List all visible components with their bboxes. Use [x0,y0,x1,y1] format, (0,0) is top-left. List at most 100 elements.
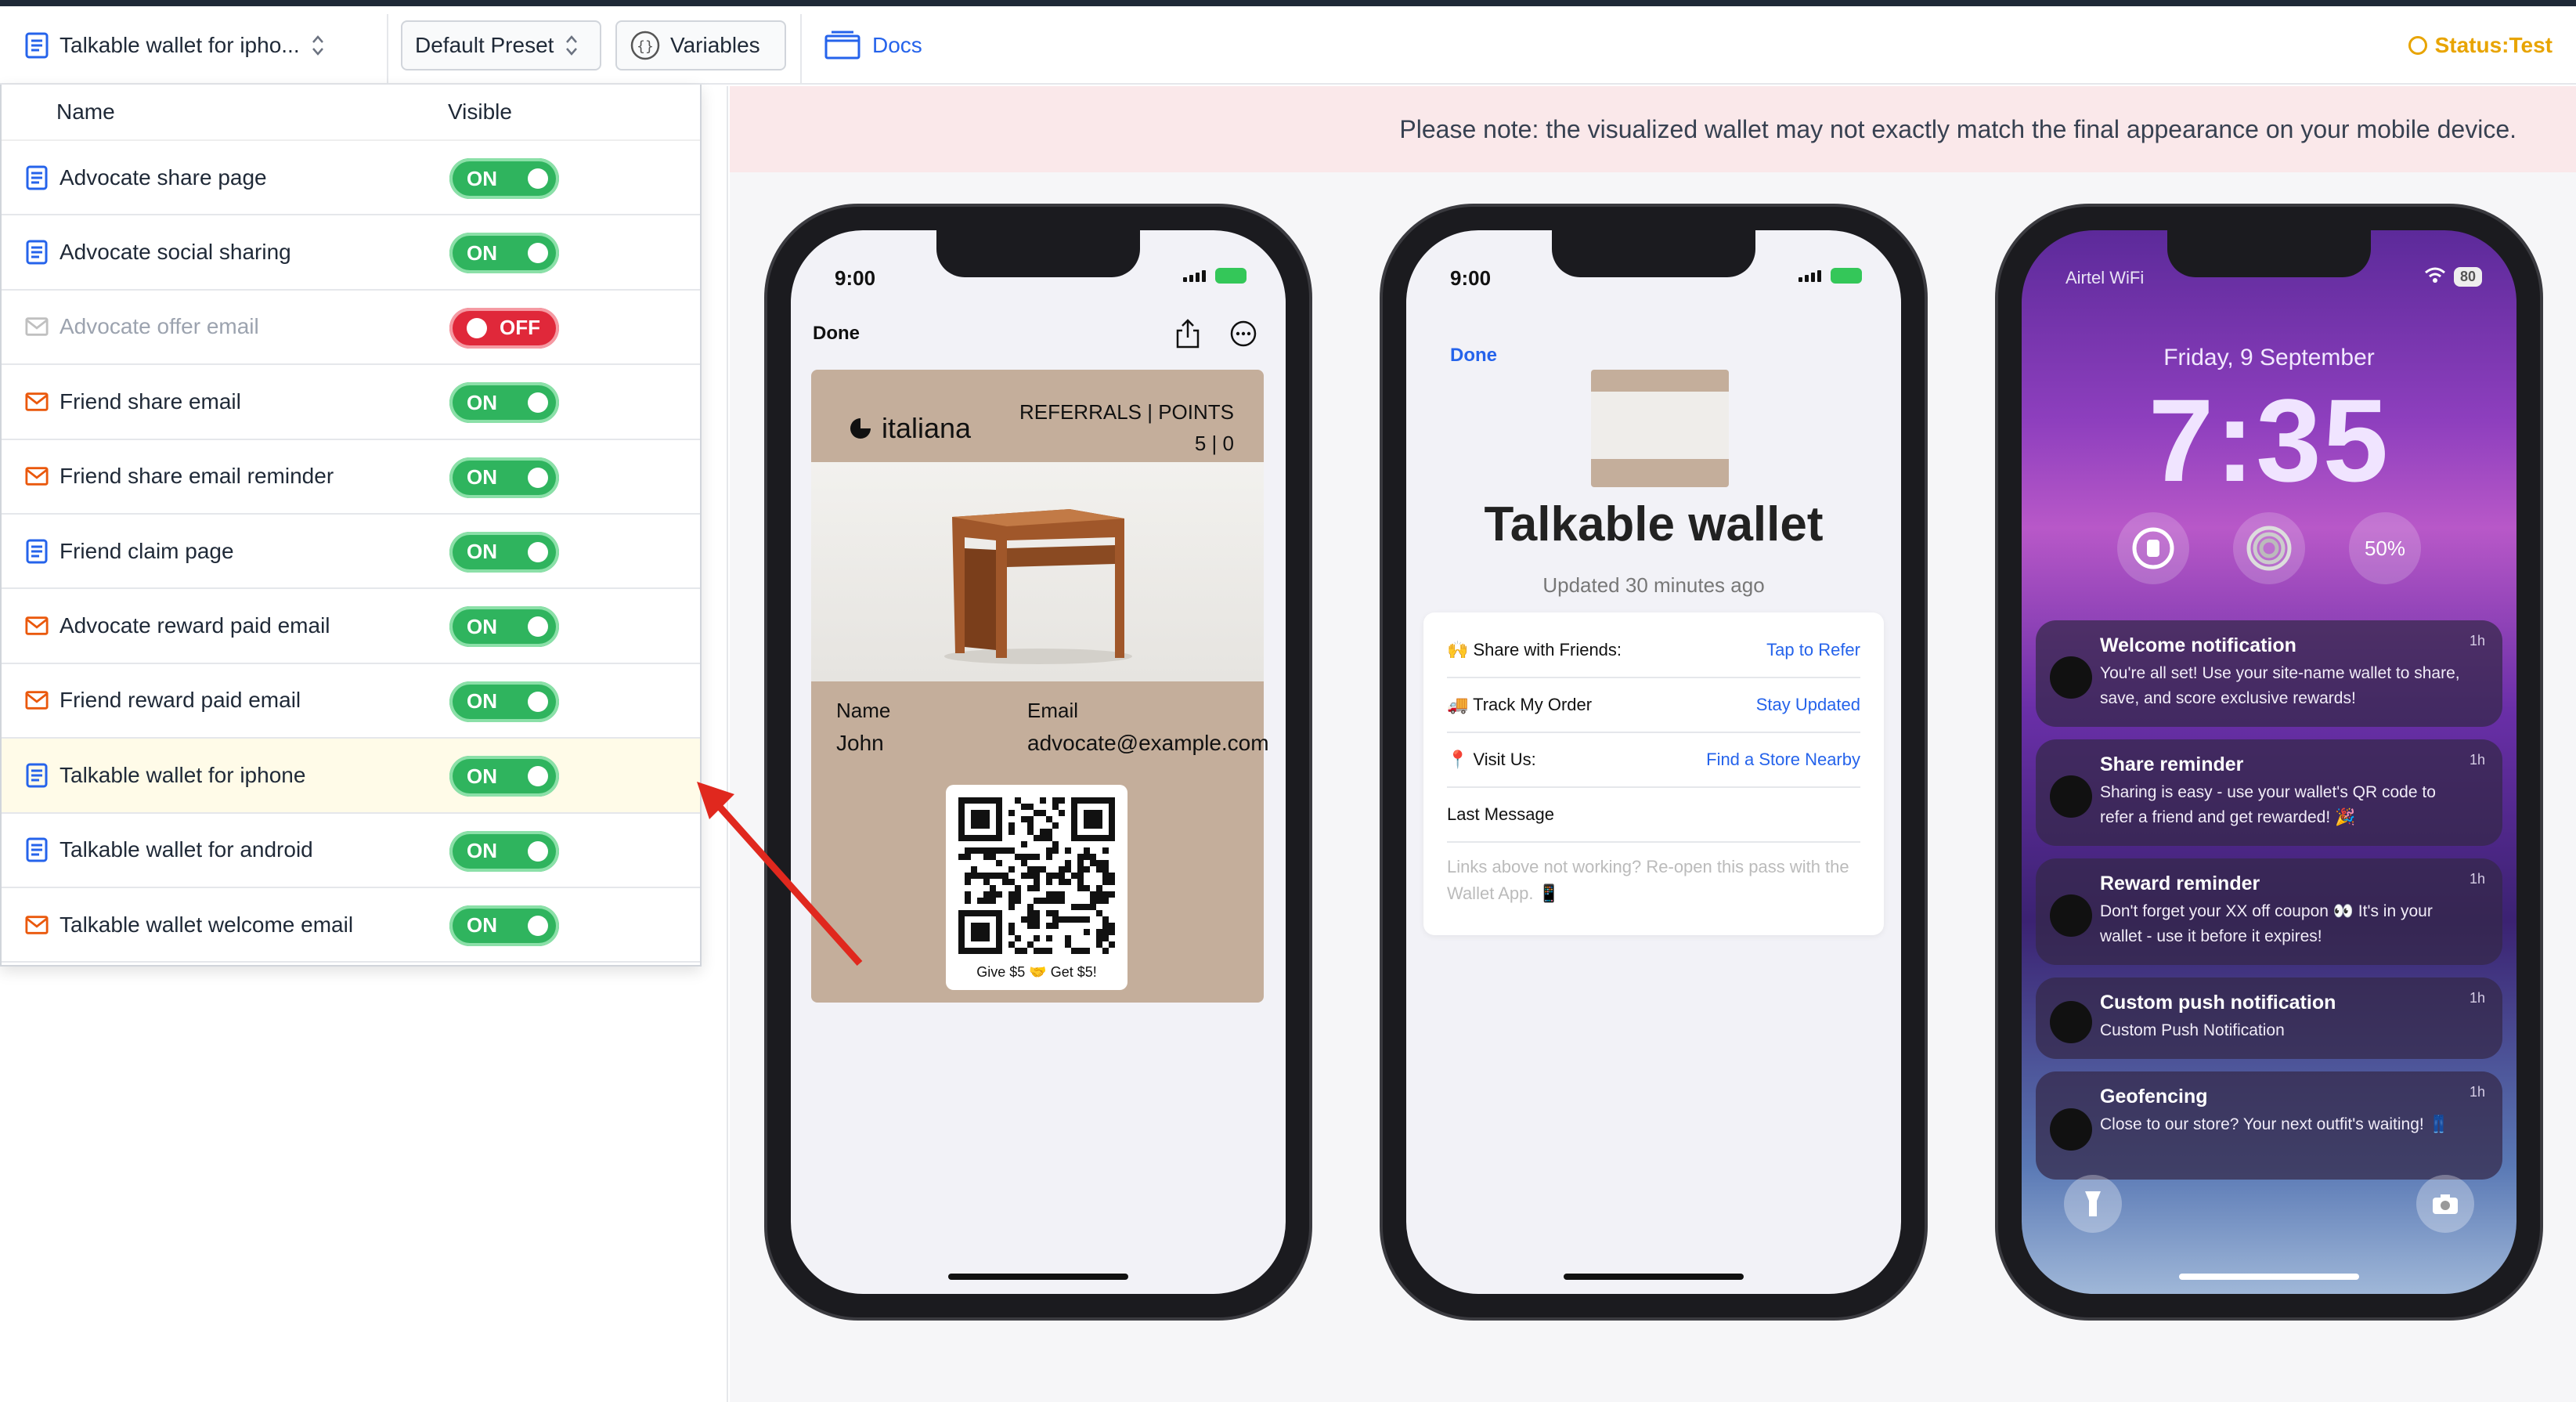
lock-notification[interactable]: Reward reminder Don't forget your XX off … [2036,858,2502,965]
page-icon [25,32,49,59]
template-list-item[interactable]: Friend claim page ON [2,515,700,590]
toggle-knob [528,541,548,562]
template-dropdown: Name Visible Advocate share page ON Advoca… [0,85,702,967]
lock-time: 7:35 [2148,374,2390,506]
field-label: 📍 Visit Us: [1447,750,1536,769]
battery-level: 80 [2453,267,2482,287]
visibility-toggle[interactable]: ON [449,531,559,573]
toggle-knob [467,317,487,338]
lock-notification[interactable]: Share reminder Sharing is easy - use your… [2036,739,2502,846]
template-list-item[interactable]: Talkable wallet welcome email ON [2,888,700,963]
visibility-toggle[interactable]: ON [449,382,559,424]
template-item-label: Advocate offer email [60,314,259,339]
back-field-row: 📍 Visit Us: Find a Store Nearby [1447,733,1860,788]
template-list-item[interactable]: Advocate share page ON [2,141,700,216]
more-icon[interactable] [1229,320,1257,352]
visibility-toggle[interactable]: ON [449,756,559,797]
app-icon [2050,1108,2092,1151]
pass-fields: Name Email John advocate@example.com [836,694,1269,760]
visibility-toggle[interactable]: ON [449,233,559,274]
visibility-toggle[interactable]: ON [449,905,559,946]
back-field-row: 🚚 Track My Order Stay Updated [1447,678,1860,733]
visibility-toggle[interactable]: ON [449,830,559,872]
brand-logo: italiana [849,412,971,445]
toggle-knob [528,168,548,189]
status-icons: 80 [2424,266,2482,287]
email-value: advocate@example.com [1027,731,1269,755]
toolbar: Talkable wallet for ipho... Default Pres… [0,6,2576,85]
toggle-knob [528,915,548,936]
visibility-toggle[interactable]: ON [449,681,559,722]
template-list-item[interactable]: Advocate social sharing ON [2,215,700,291]
column-name-header: Name [56,99,115,124]
app-icon [2050,894,2092,937]
template-list-item[interactable]: Advocate reward paid email ON [2,589,700,664]
variables-button[interactable]: {} Variables [615,20,786,70]
visibility-toggle[interactable]: ON [449,606,559,648]
app-icon [2050,775,2092,818]
preset-select[interactable]: Default Preset [401,20,601,70]
toggle-knob [528,616,548,638]
referral-points: REFERRALS | POINTS 5 | 0 [1019,396,1234,459]
template-item-label: Advocate share page [60,164,267,190]
template-item-label: Advocate social sharing [60,240,291,265]
template-list-item[interactable]: Friend share email ON [2,365,700,440]
phone-screen: 9:00 Done italiana REFERRALS | POINTS 5 … [791,230,1286,1294]
phone-wallet-pass: 9:00 Done italiana REFERRALS | POINTS 5 … [764,204,1312,1321]
app-icon [2050,1001,2092,1043]
product-image [811,462,1264,681]
template-list-item[interactable]: Talkable wallet for android ON [2,814,700,888]
find-store-link[interactable]: Find a Store Nearby [1706,750,1860,770]
visibility-toggle[interactable]: ON [449,158,559,199]
phone-notch [2167,230,2371,277]
notification-age: 1h [2469,752,2485,768]
email-icon [25,690,49,710]
docs-icon [824,30,861,61]
toggle-state: ON [467,913,497,938]
visibility-toggle[interactable]: ON [449,457,559,498]
lock-notification[interactable]: Custom push notification Custom Push Noti… [2036,977,2502,1059]
status-icons [1183,268,1247,284]
divider [800,14,802,85]
template-select[interactable]: Talkable wallet for ipho... [25,20,325,70]
visibility-toggle[interactable]: OFF [449,307,559,349]
notification-age: 1h [2469,1084,2485,1100]
notification-body: You're all set! Use your site-name walle… [2100,664,2460,707]
done-button[interactable]: Done [1450,345,1497,367]
template-item-label: Talkable wallet welcome email [60,912,354,937]
toggle-knob [528,691,548,712]
toggle-state: ON [467,689,497,714]
toggle-state: ON [467,839,497,863]
share-icon[interactable] [1174,318,1201,353]
column-visible-header: Visible [448,99,512,124]
notification-age: 1h [2469,990,2485,1006]
flashlight-icon[interactable] [2064,1175,2122,1233]
notification-body: Don't forget your XX off coupon 👀 It's i… [2100,902,2433,945]
lock-notification[interactable]: Geofencing Close to our store? Your next … [2036,1071,2502,1180]
field-label: 🚚 Track My Order [1447,695,1593,714]
brand-name: italiana [882,412,972,444]
name-label: Name [836,699,891,722]
template-list-item[interactable]: Friend reward paid email ON [2,664,700,739]
preset-select-label: Default Preset [415,33,554,57]
referral-title: REFERRALS | POINTS [1019,400,1234,424]
notice-banner: Please note: the visualized wallet may n… [730,86,2576,172]
toggle-state: ON [467,764,497,788]
email-icon [25,466,49,486]
notification-title: Custom push notification [2100,992,2336,1014]
tap-to-refer-link[interactable]: Tap to Refer [1766,640,1860,660]
lock-notification[interactable]: Welcome notification You're all set! Use … [2036,620,2502,727]
stay-updated-link[interactable]: Stay Updated [1756,695,1860,715]
notification-body: Close to our store? Your next outfit's w… [2100,1115,2449,1133]
weather-widget: 50% [2349,512,2421,584]
template-list-item[interactable]: Talkable wallet for iphone ON [2,739,700,814]
done-button[interactable]: Done [813,323,860,345]
template-list-item[interactable]: Friend share email reminder ON [2,440,700,515]
template-list-item[interactable]: Advocate offer email OFF [2,291,700,366]
email-icon [25,915,49,935]
email-icon [25,392,49,412]
camera-icon[interactable] [2416,1175,2474,1233]
page-icon [25,763,49,788]
qr-caption: Give $5 🤝 Get $5! [976,964,1097,980]
docs-link[interactable]: Docs [824,20,922,70]
